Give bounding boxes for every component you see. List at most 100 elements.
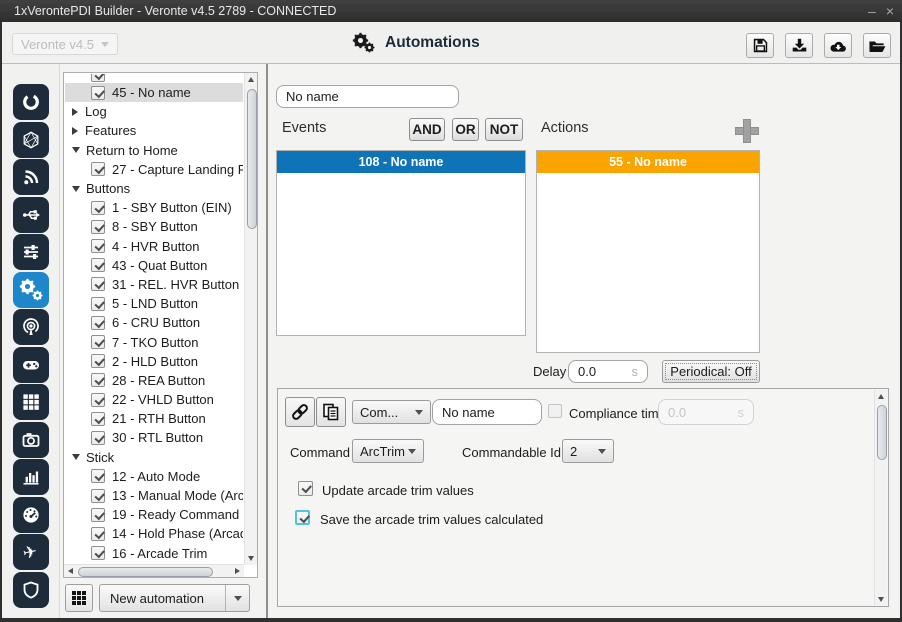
save-arcade-trim-checkbox[interactable] bbox=[295, 510, 310, 525]
checkbox[interactable] bbox=[91, 239, 105, 254]
sidebar-item-mesh[interactable] bbox=[12, 121, 49, 158]
sidebar-item-usb[interactable] bbox=[12, 196, 49, 233]
sidebar-item-camera[interactable] bbox=[12, 421, 49, 458]
scroll-thumb[interactable] bbox=[876, 405, 887, 460]
tree-item[interactable]: 22 - VHLD Button bbox=[65, 390, 243, 409]
minimize-icon[interactable]: – bbox=[868, 4, 876, 18]
scroll-thumb[interactable] bbox=[246, 89, 257, 229]
or-operator-button[interactable]: OR bbox=[452, 118, 479, 141]
save-button[interactable] bbox=[746, 33, 774, 58]
checkbox[interactable] bbox=[91, 411, 105, 426]
sidebar-item-settings[interactable] bbox=[12, 234, 49, 270]
tree-item[interactable]: 45 - No name bbox=[65, 83, 243, 103]
tree-item[interactable]: 12 - Auto Mode bbox=[65, 467, 243, 486]
tree-item[interactable]: 19 - Ready Command bbox=[65, 505, 243, 524]
profile-selector[interactable]: Veronte v4.5 bbox=[12, 33, 118, 55]
tree-group[interactable]: Log bbox=[65, 102, 243, 121]
tree-item[interactable]: 16 - Arcade Trim bbox=[65, 544, 243, 563]
tree-group[interactable]: Buttons bbox=[65, 179, 243, 198]
checkbox[interactable] bbox=[91, 74, 105, 82]
checkbox[interactable] bbox=[91, 296, 105, 311]
add-action-icon[interactable] bbox=[735, 119, 759, 143]
tree-item[interactable]: 2 - HLD Button bbox=[65, 352, 243, 371]
action-item[interactable]: 55 - No name bbox=[537, 151, 759, 173]
checkbox[interactable] bbox=[91, 373, 105, 388]
tree-item[interactable]: 8 - SBY Button bbox=[65, 217, 243, 236]
tree-group[interactable]: Stick bbox=[65, 448, 243, 467]
scroll-down-icon[interactable] bbox=[248, 556, 254, 561]
link-action-button[interactable] bbox=[285, 397, 315, 427]
scroll-right-icon[interactable] bbox=[235, 568, 240, 574]
new-automation-dropdown[interactable]: New automation bbox=[99, 584, 250, 612]
checkbox[interactable] bbox=[91, 315, 105, 330]
import-button[interactable] bbox=[785, 33, 813, 58]
and-operator-button[interactable]: AND bbox=[409, 118, 445, 141]
tree-item[interactable]: 21 - RTH Button bbox=[65, 409, 243, 428]
tree-item[interactable] bbox=[65, 74, 243, 83]
checkbox[interactable] bbox=[91, 219, 105, 234]
checkbox[interactable] bbox=[91, 258, 105, 273]
tree-item[interactable]: 7 - TKO Button bbox=[65, 332, 243, 351]
checkbox[interactable] bbox=[91, 526, 105, 541]
scroll-up-icon[interactable] bbox=[248, 77, 254, 82]
scroll-thumb[interactable] bbox=[78, 566, 213, 577]
sidebar-item-apps[interactable] bbox=[12, 384, 49, 420]
tree-group[interactable]: Return to Home bbox=[65, 141, 243, 160]
checkbox[interactable] bbox=[91, 354, 105, 369]
tree-item[interactable]: 43 - Quat Button bbox=[65, 256, 243, 275]
automation-list-view-button[interactable] bbox=[65, 584, 93, 612]
tree-horizontal-scrollbar[interactable] bbox=[64, 564, 244, 577]
checkbox[interactable] bbox=[91, 430, 105, 445]
checkbox[interactable] bbox=[91, 469, 105, 484]
checkbox[interactable] bbox=[91, 162, 105, 177]
tree-item[interactable]: 28 - REA Button bbox=[65, 371, 243, 390]
expander-icon[interactable] bbox=[72, 107, 78, 116]
sidebar-item-charts[interactable] bbox=[12, 459, 49, 495]
checkbox[interactable] bbox=[91, 488, 105, 503]
expander-icon[interactable] bbox=[72, 454, 80, 461]
delay-input[interactable]: 0.0 s bbox=[568, 360, 648, 383]
tree-group[interactable]: Features bbox=[65, 121, 243, 140]
expander-icon[interactable] bbox=[72, 147, 80, 154]
tree-item[interactable]: 14 - Hold Phase (Arcad bbox=[65, 524, 243, 543]
scroll-up-icon[interactable] bbox=[878, 394, 884, 399]
tree-item[interactable]: 27 - Capture Landing P bbox=[65, 160, 243, 179]
scroll-down-icon[interactable] bbox=[878, 597, 884, 602]
action-type-dropdown[interactable]: Com... bbox=[352, 400, 431, 424]
sidebar-item-antenna[interactable] bbox=[12, 309, 49, 345]
expander-icon[interactable] bbox=[72, 126, 78, 135]
tree-item[interactable]: 30 - RTL Button bbox=[65, 428, 243, 447]
cloud-button[interactable] bbox=[824, 33, 852, 58]
checkbox[interactable] bbox=[91, 85, 105, 100]
tree-item[interactable]: 31 - REL. HVR Button bbox=[65, 275, 243, 294]
command-dropdown[interactable]: ArcTrim bbox=[352, 439, 424, 463]
tree-item[interactable]: 5 - LND Button bbox=[65, 294, 243, 313]
sidebar-item-telemetry[interactable] bbox=[12, 159, 49, 195]
checkbox[interactable] bbox=[91, 507, 105, 522]
detail-vertical-scrollbar[interactable] bbox=[874, 390, 887, 606]
tree-item[interactable]: 13 - Manual Mode (Arc bbox=[65, 486, 243, 505]
scroll-left-icon[interactable] bbox=[68, 568, 73, 574]
tree-item[interactable]: 6 - CRU Button bbox=[65, 313, 243, 332]
update-arcade-trim-checkbox[interactable] bbox=[298, 481, 313, 496]
checkbox[interactable] bbox=[91, 277, 105, 292]
commandable-id-dropdown[interactable]: 2 bbox=[562, 439, 614, 463]
sidebar-item-stick[interactable] bbox=[12, 346, 49, 383]
not-operator-button[interactable]: NOT bbox=[485, 118, 523, 141]
action-name-input[interactable]: No name bbox=[432, 399, 542, 425]
checkbox[interactable] bbox=[91, 546, 105, 561]
sidebar-item-gauge[interactable] bbox=[12, 496, 49, 533]
sidebar-item-automations[interactable] bbox=[12, 271, 49, 308]
close-icon[interactable]: × bbox=[886, 4, 894, 18]
checkbox[interactable] bbox=[91, 392, 105, 407]
tree-vertical-scrollbar[interactable] bbox=[244, 73, 257, 565]
expander-icon[interactable] bbox=[72, 185, 80, 192]
event-item[interactable]: 108 - No name bbox=[277, 151, 525, 173]
periodical-toggle-button[interactable]: Periodical: Off bbox=[662, 360, 760, 383]
chevron-down-icon[interactable] bbox=[225, 585, 249, 611]
sidebar-item-ring[interactable] bbox=[12, 84, 49, 120]
automation-name-input[interactable]: No name bbox=[276, 85, 459, 108]
sidebar-item-safety[interactable] bbox=[12, 571, 49, 608]
tree-item[interactable]: 4 - HVR Button bbox=[65, 237, 243, 256]
checkbox[interactable] bbox=[91, 200, 105, 215]
